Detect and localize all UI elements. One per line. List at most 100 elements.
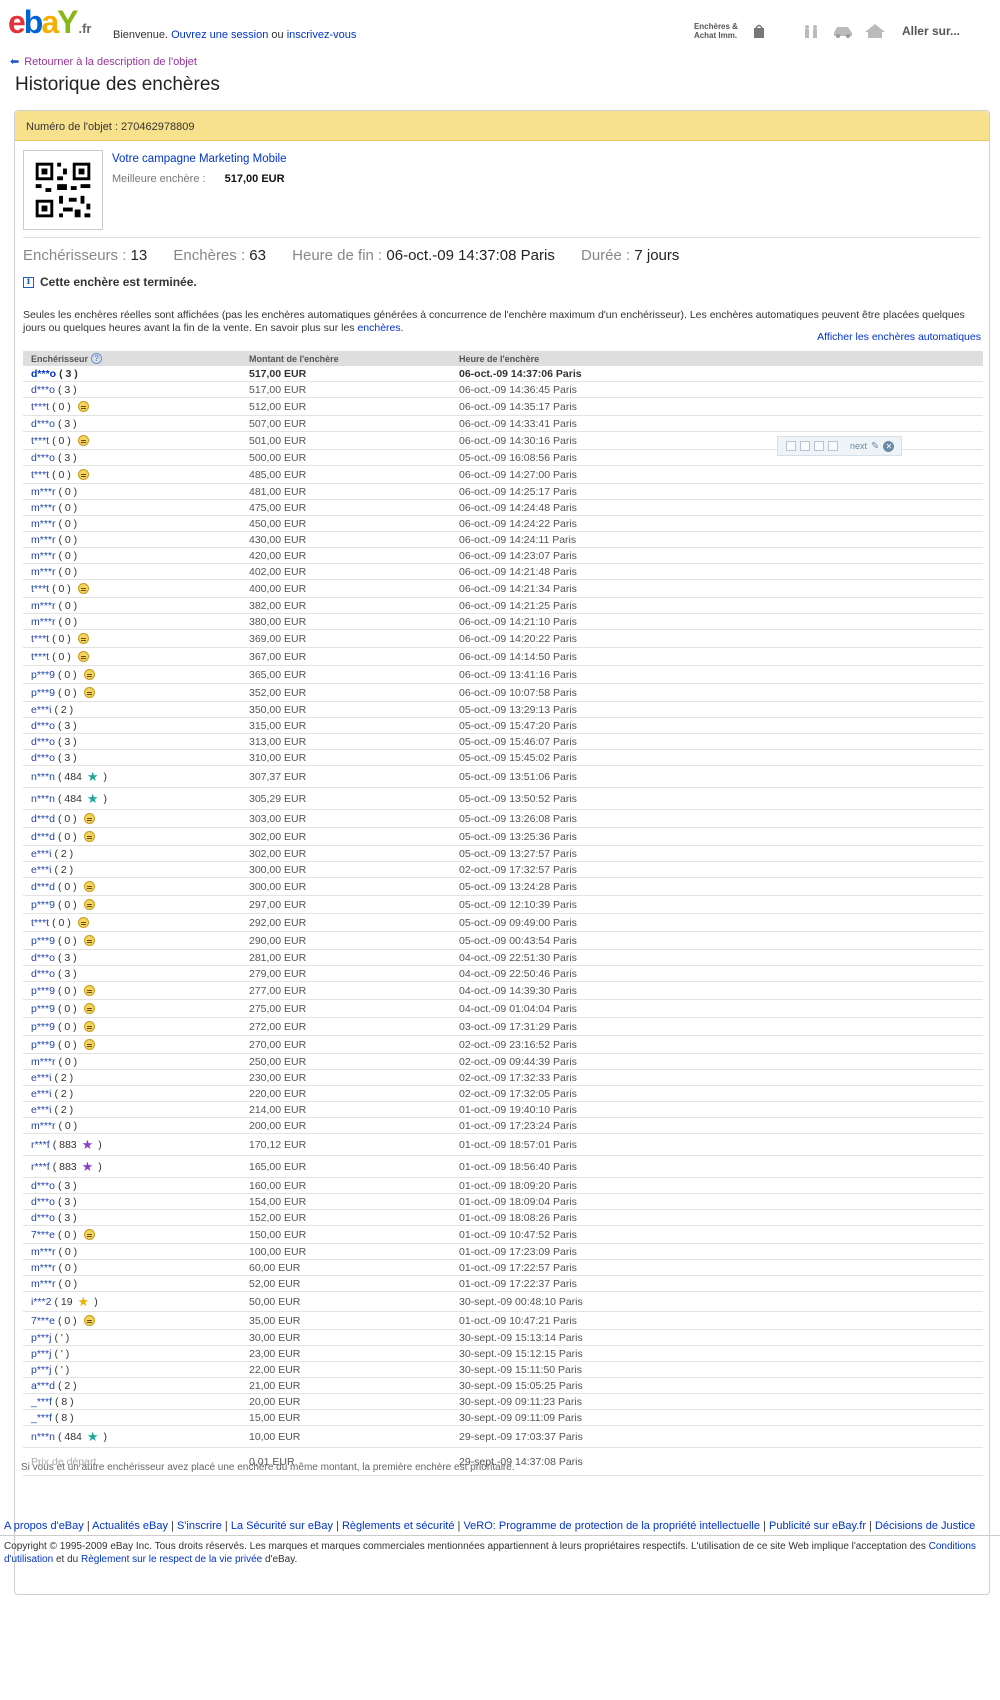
new-member-icon[interactable] — [83, 1229, 95, 1240]
bidder-name[interactable]: d***o — [31, 418, 55, 430]
feedback-score[interactable]: ( 0 ) — [58, 813, 77, 825]
bidder-name[interactable]: _***f — [31, 1412, 52, 1424]
toolbar-save-icon[interactable] — [814, 441, 824, 451]
footer-link[interactable]: S'inscrire — [177, 1520, 222, 1532]
bidder-name[interactable]: m***r — [31, 534, 56, 546]
bidder-name[interactable]: p***9 — [31, 687, 55, 699]
feedback-score[interactable]: ( 3 ) — [58, 752, 77, 764]
feedback-score[interactable]: ( 3 ) — [58, 968, 77, 980]
signin-link[interactable]: Ouvrez une session — [171, 29, 268, 41]
bidder-name[interactable]: m***r — [31, 1120, 56, 1132]
feedback-score[interactable]: ( 3 ) — [58, 384, 77, 396]
car-icon[interactable] — [832, 24, 854, 38]
feedback-score[interactable]: ( 0 ) — [58, 669, 77, 681]
new-member-icon[interactable] — [83, 1315, 95, 1326]
footer-link[interactable]: Actualités eBay — [92, 1520, 168, 1532]
footer-link[interactable]: Publicité sur eBay.fr — [769, 1520, 866, 1532]
feedback-score[interactable]: ( 0 ) — [59, 550, 78, 562]
new-member-icon[interactable] — [83, 1039, 95, 1050]
bidder-name[interactable]: d***o — [31, 752, 55, 764]
bidder-name[interactable]: n***n — [31, 1431, 55, 1443]
feedback-score[interactable]: ( 0 ) — [52, 651, 71, 663]
feedback-score[interactable]: ( 3 ) — [58, 1180, 77, 1192]
feedback-score[interactable]: ( 0 ) — [52, 469, 71, 481]
bidder-name[interactable]: m***r — [31, 1056, 56, 1068]
feedback-score[interactable]: ( 3 ) — [58, 720, 77, 732]
feedback-score[interactable]: ( 2 ) — [58, 1380, 77, 1392]
new-member-icon[interactable] — [83, 935, 95, 946]
feedback-score[interactable]: ( 3 ) — [58, 418, 77, 430]
bidder-name[interactable]: d***o — [31, 384, 55, 396]
house-icon[interactable] — [864, 24, 886, 38]
feedback-score[interactable]: ( 0 ) — [58, 1039, 77, 1051]
feedback-score[interactable]: ( 0 ) — [58, 831, 77, 843]
new-member-icon[interactable] — [77, 917, 89, 928]
new-member-icon[interactable] — [83, 1021, 95, 1032]
feedback-score[interactable]: ( 0 ) — [58, 1315, 77, 1327]
feedback-score[interactable]: ( 3 ) — [58, 452, 77, 464]
bidder-name[interactable]: m***r — [31, 616, 56, 628]
bidder-name[interactable]: m***r — [31, 566, 56, 578]
bidder-name[interactable]: d***o — [31, 968, 55, 980]
bidder-name[interactable]: d***o — [31, 452, 55, 464]
new-member-icon[interactable] — [83, 687, 95, 698]
feedback-score[interactable]: ( 484 — [58, 1431, 82, 1443]
feedback-score[interactable]: ( 2 ) — [54, 1072, 73, 1084]
bidder-name[interactable]: m***r — [31, 486, 56, 498]
footer-link[interactable]: A propos d'eBay — [4, 1520, 84, 1532]
back-to-item-link[interactable]: ⬅ Retourner à la description de l'objet — [10, 55, 197, 69]
bidder-name[interactable]: d***o — [31, 1196, 55, 1208]
bidder-name[interactable]: t***t — [31, 401, 49, 413]
bidder-name[interactable]: m***r — [31, 1278, 56, 1290]
toolbar-copy-icon[interactable] — [800, 441, 810, 451]
new-member-icon[interactable] — [83, 813, 95, 824]
feedback-score[interactable]: ( 0 ) — [59, 518, 78, 530]
feedback-score[interactable]: ( 2 ) — [54, 1088, 73, 1100]
footer-link[interactable]: La Sécurité sur eBay — [231, 1520, 333, 1532]
bidder-name[interactable]: p***9 — [31, 1021, 55, 1033]
feedback-score[interactable]: ( ' ) — [54, 1332, 69, 1344]
feedback-score[interactable]: ( 0 ) — [59, 600, 78, 612]
feedback-star-icon[interactable]: ★ — [82, 1138, 94, 1151]
feedback-score[interactable]: ( 0 ) — [58, 1021, 77, 1033]
bidder-name[interactable]: e***i — [31, 1088, 51, 1100]
feedback-score[interactable]: ( 3 ) — [58, 952, 77, 964]
bidder-name[interactable]: a***d — [31, 1380, 55, 1392]
feedback-score[interactable]: ( 8 ) — [55, 1412, 74, 1424]
bidder-name[interactable]: t***t — [31, 633, 49, 645]
new-member-icon[interactable] — [77, 651, 89, 662]
toolbar-next-button[interactable]: next — [850, 441, 867, 451]
privacy-link[interactable]: Règlement sur le respect de la vie privé… — [81, 1554, 262, 1565]
bidder-name[interactable]: d***o — [31, 720, 55, 732]
feedback-score[interactable]: ( 2 ) — [54, 848, 73, 860]
bidder-name[interactable]: _***f — [31, 1396, 52, 1408]
feedback-score[interactable]: ( ' ) — [54, 1364, 69, 1376]
feedback-score[interactable]: ( 3 ) — [59, 368, 78, 380]
feedback-score[interactable]: ( 0 ) — [58, 899, 77, 911]
auctions-buynow-link[interactable]: Enchères & Achat Imm. — [694, 22, 738, 40]
feedback-score[interactable]: ( 0 ) — [59, 534, 78, 546]
new-member-icon[interactable] — [83, 669, 95, 680]
register-link[interactable]: inscrivez-vous — [287, 29, 357, 41]
bidder-name[interactable]: m***r — [31, 518, 56, 530]
new-member-icon[interactable] — [83, 831, 95, 842]
new-member-icon[interactable] — [83, 899, 95, 910]
bidder-name[interactable]: p***9 — [31, 899, 55, 911]
bidder-name[interactable]: p***9 — [31, 1039, 55, 1051]
bidder-name[interactable]: d***d — [31, 881, 55, 893]
feedback-score[interactable]: ( 0 ) — [59, 1120, 78, 1132]
feedback-score[interactable]: ( 3 ) — [58, 736, 77, 748]
feedback-score[interactable]: ( 0 ) — [59, 1246, 78, 1258]
bidder-name[interactable]: p***9 — [31, 935, 55, 947]
bidder-name[interactable]: e***i — [31, 1072, 51, 1084]
feedback-score[interactable]: ( 0 ) — [52, 633, 71, 645]
footer-link[interactable]: Décisions de Justice — [875, 1520, 975, 1532]
feedback-score[interactable]: ( 2 ) — [54, 704, 73, 716]
bidder-name[interactable]: m***r — [31, 600, 56, 612]
bidder-name[interactable]: p***j — [31, 1348, 51, 1360]
feedback-score[interactable]: ( 0 ) — [58, 687, 77, 699]
bidder-name[interactable]: d***o — [31, 1212, 55, 1224]
bidder-name[interactable]: m***r — [31, 1246, 56, 1258]
feedback-score[interactable]: ( 0 ) — [58, 985, 77, 997]
feedback-score[interactable]: ( 2 ) — [54, 864, 73, 876]
